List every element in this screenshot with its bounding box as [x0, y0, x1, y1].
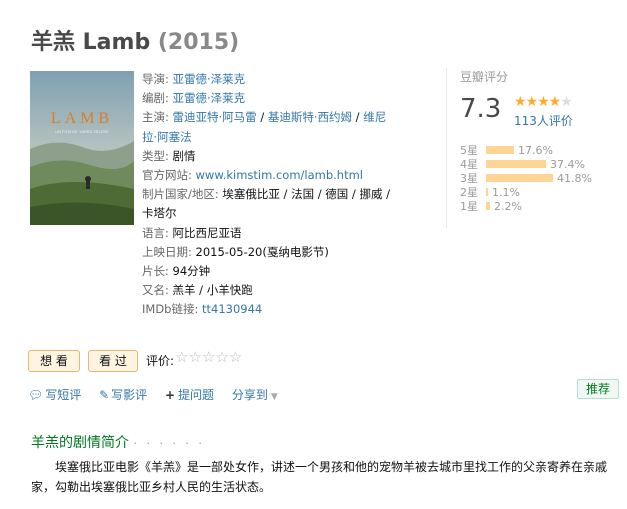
cast-link-1[interactable]: 雷迪亚特·阿马雷 — [173, 110, 257, 124]
histogram-percent: 41.8% — [557, 171, 592, 185]
movie-poster[interactable]: LAMB UN FILM DE YARED ZELEKE — [30, 71, 134, 225]
official-site-link[interactable]: www.kimstim.com/lamb.html — [196, 168, 363, 182]
poster-title-text: LAMB — [51, 110, 113, 127]
poster-subtitle-text: UN FILM DE YARED ZELEKE — [55, 129, 109, 134]
histogram-percent: 2.2% — [494, 199, 522, 213]
histogram-percent: 1.1% — [492, 185, 520, 199]
seen-button[interactable]: 看 过 — [88, 350, 138, 372]
histogram-bar — [486, 160, 546, 168]
poster-image: LAMB UN FILM DE YARED ZELEKE — [30, 71, 134, 225]
histogram-percent: 37.4% — [550, 157, 585, 171]
histogram-bar — [486, 146, 514, 154]
question-link[interactable]: + 提问题 — [165, 388, 214, 402]
info-writer: 编剧: 亚雷德·泽莱克 — [142, 91, 246, 106]
histogram-row: 3星 41.8% — [460, 170, 592, 186]
rating-stars: ★★★★★ — [514, 94, 573, 110]
action-bar: 💬︎ 写短评 ✎ 写影评 + 提问题 分享到 ▼ — [28, 386, 292, 403]
rating-count-link[interactable]: 113人评价 — [514, 112, 573, 129]
histogram-bar — [486, 174, 553, 182]
info-director: 导演: 亚雷德·泽莱克 — [142, 72, 246, 86]
rate-label: 评价: — [146, 354, 175, 368]
rating-panel: 豆瓣评分 7.3 ★★★★★ 113人评价 5星 17.6% 4星 37.4% 3星 41… — [446, 68, 627, 228]
histogram-star-label: 1星 — [460, 200, 478, 213]
movie-title: 羊羔 Lamb — [31, 30, 151, 55]
info-release: 上映日期: 2015-05-20(戛纳电影节) — [142, 244, 329, 259]
histogram-bar — [486, 202, 490, 210]
rating-histogram: 5星 17.6% 4星 37.4% 3星 41.8% 2星 1.1% 1星 2.2% — [460, 142, 592, 214]
info-runtime: 片长: 94分钟 — [142, 264, 211, 279]
page-title: 羊羔 Lamb (2015) — [31, 24, 239, 56]
cast-link-3-cont[interactable]: 拉·阿塞法 — [142, 130, 192, 144]
share-dropdown[interactable]: 分享到 ▼ — [232, 388, 278, 402]
info-cast: 主演: 雷迪亚特·阿马雷 / 基迪斯特·西约姆 / 维尼 拉·阿塞法 — [142, 110, 387, 144]
rate-stars-input[interactable]: ☆☆☆☆☆ — [175, 348, 242, 366]
histogram-row: 2星 1.1% — [460, 184, 592, 200]
short-review-link[interactable]: 💬︎ 写短评 — [28, 388, 81, 402]
movie-year: (2015) — [157, 30, 240, 55]
recommend-button[interactable]: 推荐 — [577, 379, 619, 399]
info-aka: 又名: 羔羊 / 小羊快跑 — [142, 283, 253, 298]
writer-link[interactable]: 亚雷德·泽莱克 — [173, 91, 246, 105]
synopsis-heading: 羊羔的剧情简介 · · · · · · — [31, 435, 205, 451]
plus-icon: + — [164, 388, 176, 402]
info-country: 制片国家/地区: 埃塞俄比亚 / 法国 / 德国 / 挪威 / 卡塔尔 — [142, 187, 390, 221]
info-genre: 类型: 剧情 — [142, 148, 196, 163]
rating-score: 7.3 — [460, 94, 502, 124]
cast-link-2[interactable]: 基迪斯特·西约姆 — [268, 110, 352, 124]
review-link[interactable]: ✎ 写影评 — [99, 388, 147, 402]
heading-dots: · · · · · · — [133, 437, 205, 450]
rating-label: 豆瓣评分 — [460, 70, 509, 84]
want-to-see-button[interactable]: 想 看 — [28, 350, 80, 372]
histogram-bar — [486, 188, 488, 196]
imdb-link[interactable]: tt4130944 — [202, 302, 262, 316]
pencil-icon: ✎ — [99, 388, 110, 402]
synopsis-text: 埃塞俄比亚电影《羊羔》是一部处女作，讲述一个男孩和他的宠物羊被去城市里找工作的父… — [31, 460, 608, 494]
movie-info: 导演: 亚雷德·泽莱克 编剧: 亚雷德·泽莱克 主演: 雷迪亚特·阿马雷 / 基… — [142, 70, 392, 320]
histogram-percent: 17.6% — [518, 143, 553, 157]
speech-bubble-icon: 💬︎ — [28, 388, 44, 402]
info-language: 语言: 阿比西尼亚语 — [142, 225, 242, 240]
histogram-row: 1星 2.2% — [460, 198, 592, 214]
cast-link-3[interactable]: 维尼 — [363, 110, 386, 124]
info-site: 官方网站: www.kimstim.com/lamb.html — [142, 168, 363, 183]
info-imdb: IMDb链接: tt4130944 — [142, 302, 263, 317]
caret-down-icon: ▼ — [270, 392, 278, 402]
director-link[interactable]: 亚雷德·泽莱克 — [173, 72, 246, 86]
histogram-row: 4星 37.4% — [460, 156, 592, 172]
histogram-row: 5星 17.6% — [460, 142, 592, 158]
